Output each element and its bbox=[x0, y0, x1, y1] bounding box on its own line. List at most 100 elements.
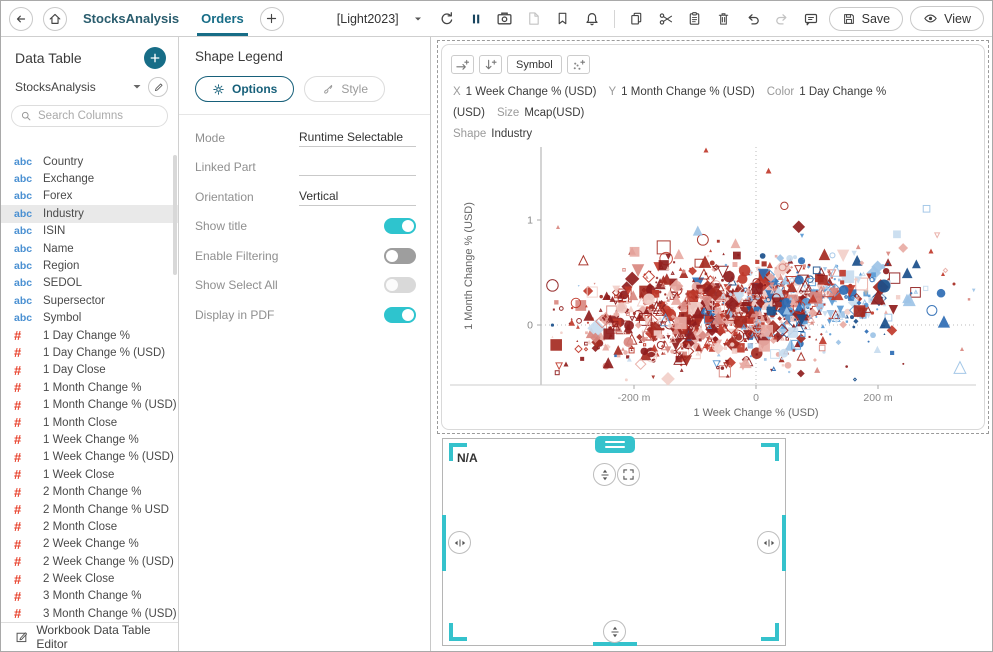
bookmark-button[interactable] bbox=[552, 8, 574, 30]
add-data-table-button[interactable] bbox=[144, 47, 166, 69]
tab-stocksanalysis[interactable]: StocksAnalysis bbox=[77, 1, 185, 36]
refresh-button[interactable] bbox=[436, 8, 458, 30]
notifications-button[interactable] bbox=[581, 8, 603, 30]
column-item[interactable]: abcISIN bbox=[1, 223, 178, 240]
left-edge-handle-bar bbox=[442, 515, 446, 571]
comment-button[interactable] bbox=[800, 8, 822, 30]
column-item[interactable]: abcSEDOL bbox=[1, 275, 178, 292]
field-value-select[interactable] bbox=[299, 158, 416, 176]
column-item[interactable]: #1 Day Change % bbox=[1, 327, 178, 344]
snapshot-button[interactable] bbox=[494, 8, 516, 30]
numeric-type-icon: # bbox=[14, 589, 36, 604]
column-item[interactable]: #2 Month Close bbox=[1, 518, 178, 535]
column-item[interactable]: #1 Day Change % (USD) bbox=[1, 344, 178, 361]
encoding-shelf: X1 Week Change % (USD)Y1 Month Change % … bbox=[442, 74, 984, 144]
bottom-resize-handle[interactable] bbox=[603, 620, 626, 643]
pause-button[interactable] bbox=[465, 8, 487, 30]
column-item[interactable]: #2 Week Change % (USD) bbox=[1, 553, 178, 570]
cut-button[interactable] bbox=[655, 8, 677, 30]
column-item[interactable]: abcExchange bbox=[1, 170, 178, 187]
column-item[interactable]: #2 Week Close bbox=[1, 570, 178, 587]
export-pdf-button[interactable] bbox=[523, 8, 545, 30]
shelf-size-value[interactable]: Mcap(USD) bbox=[524, 107, 584, 119]
tab-options[interactable]: Options bbox=[195, 76, 294, 102]
settings-row: ModeRuntime Selectable bbox=[195, 123, 416, 153]
numeric-type-icon: # bbox=[14, 432, 36, 447]
column-item[interactable]: #2 Month Change % USD bbox=[1, 501, 178, 518]
paste-button[interactable] bbox=[684, 8, 706, 30]
edit-data-table-button[interactable] bbox=[148, 77, 168, 97]
footer-label: Workbook Data Table Editor bbox=[36, 623, 178, 651]
column-item[interactable]: abcRegion bbox=[1, 257, 178, 274]
back-arrow-icon bbox=[14, 12, 28, 26]
back-button[interactable] bbox=[9, 7, 33, 31]
tab-orders[interactable]: Orders bbox=[195, 1, 250, 36]
shelf-y-value[interactable]: 1 Month Change % (USD) bbox=[621, 86, 755, 98]
shelf-y-label: Y bbox=[608, 86, 616, 98]
column-item[interactable]: #1 Month Close bbox=[1, 414, 178, 431]
field-toggle[interactable] bbox=[384, 248, 416, 264]
column-item[interactable]: abcName bbox=[1, 240, 178, 257]
vertical-resize-handle[interactable] bbox=[593, 463, 616, 486]
field-value-select[interactable]: Runtime Selectable bbox=[299, 129, 416, 147]
field-value-select[interactable]: Vertical bbox=[299, 188, 416, 206]
shelf-x-value[interactable]: 1 Week Change % (USD) bbox=[466, 86, 597, 98]
symbol-view-chip[interactable]: Symbol bbox=[507, 55, 562, 74]
column-item[interactable]: #2 Week Change % bbox=[1, 536, 178, 553]
column-item[interactable]: abcForex bbox=[1, 188, 178, 205]
view-button-label: View bbox=[944, 12, 971, 26]
column-item[interactable]: #1 Week Close bbox=[1, 466, 178, 483]
data-table-selector[interactable]: StocksAnalysis bbox=[15, 80, 126, 94]
column-item[interactable]: #1 Month Change % bbox=[1, 379, 178, 396]
column-item[interactable]: #3 Month Change % bbox=[1, 588, 178, 605]
settings-title: Shape Legend bbox=[179, 37, 430, 64]
column-item[interactable]: abcIndustry bbox=[1, 205, 178, 222]
column-item[interactable]: abcSupersector bbox=[1, 292, 178, 309]
application-window: StocksAnalysis Orders [Light2023] bbox=[0, 0, 993, 652]
field-toggle[interactable] bbox=[384, 218, 416, 234]
field-label: Show Select All bbox=[195, 278, 299, 292]
scissors-icon bbox=[658, 11, 674, 27]
redo-button[interactable] bbox=[771, 8, 793, 30]
column-item[interactable]: abcSymbol bbox=[1, 310, 178, 327]
home-button[interactable] bbox=[43, 7, 67, 31]
numeric-type-icon: # bbox=[14, 450, 36, 465]
numeric-type-icon: # bbox=[14, 380, 36, 395]
column-label: 2 Month Change % USD bbox=[43, 504, 169, 516]
numeric-type-icon: # bbox=[14, 345, 36, 360]
search-columns-box bbox=[11, 105, 168, 127]
column-item[interactable]: #1 Week Change % bbox=[1, 431, 178, 448]
scatter-visualization-panel[interactable]: Symbol X1 Week Change % (USD)Y1 Month Ch… bbox=[441, 44, 985, 430]
camera-icon bbox=[496, 10, 513, 27]
right-resize-handle[interactable] bbox=[757, 531, 780, 554]
add-x-column-button[interactable] bbox=[451, 55, 474, 74]
add-y-row-button[interactable] bbox=[479, 55, 502, 74]
workbook-theme-selector[interactable]: [Light2023] bbox=[337, 12, 423, 26]
toolbar-divider bbox=[614, 10, 615, 28]
shape-legend-widget[interactable]: N/A bbox=[442, 438, 786, 646]
scatter-plot[interactable]: 10-200 m0200 m1 Week Change % (USD)1 Mon… bbox=[442, 139, 986, 427]
column-item[interactable]: #2 Month Change % bbox=[1, 483, 178, 500]
view-button[interactable]: View bbox=[910, 6, 984, 31]
widget-drag-grip[interactable] bbox=[595, 436, 635, 453]
column-item[interactable]: #3 Month Change % (USD) bbox=[1, 605, 178, 622]
column-item[interactable]: abcCountry bbox=[1, 153, 178, 170]
field-toggle[interactable] bbox=[384, 307, 416, 323]
column-item[interactable]: #1 Week Change % (USD) bbox=[1, 449, 178, 466]
sidebar-scrollbar[interactable] bbox=[173, 155, 177, 275]
left-resize-handle[interactable] bbox=[448, 531, 471, 554]
save-button[interactable]: Save bbox=[829, 7, 904, 31]
column-item[interactable]: #1 Month Change % (USD) bbox=[1, 396, 178, 413]
copy-button[interactable] bbox=[626, 8, 648, 30]
delete-button[interactable] bbox=[713, 8, 735, 30]
column-item[interactable]: #1 Day Close bbox=[1, 362, 178, 379]
maximize-handle[interactable] bbox=[617, 463, 640, 486]
search-columns-input[interactable] bbox=[38, 110, 148, 122]
add-tab-button[interactable] bbox=[260, 7, 284, 31]
workbook-data-table-editor-button[interactable]: Workbook Data Table Editor bbox=[1, 622, 178, 651]
tab-style[interactable]: Style bbox=[304, 76, 385, 102]
data-table-sidebar: Data Table StocksAnalysis abcCountryabcE… bbox=[1, 37, 179, 651]
add-scatter-layer-button[interactable] bbox=[567, 55, 590, 74]
chevron-down-icon[interactable] bbox=[132, 82, 142, 92]
undo-button[interactable] bbox=[742, 8, 764, 30]
